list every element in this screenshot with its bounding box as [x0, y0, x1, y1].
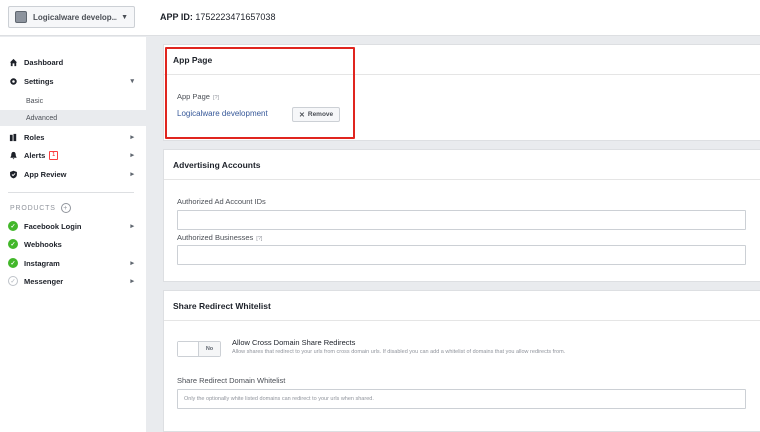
field-label-text: Authorized Businesses: [177, 233, 254, 242]
check-circle-outline-icon: ✓: [8, 276, 18, 286]
sidebar-item-app-review[interactable]: App Review ▸: [8, 166, 134, 182]
panel-title: Advertising Accounts: [164, 150, 760, 180]
toggle-state: No: [198, 342, 220, 356]
chevron-right-icon: ▸: [130, 278, 134, 285]
app-id: APP ID: 1752223471657038: [160, 12, 275, 22]
chevron-right-icon: ▸: [130, 260, 134, 267]
sidebar-subitem-label: Advanced: [26, 114, 58, 122]
chevron-right-icon: ▸: [130, 171, 134, 178]
sidebar-item-instagram[interactable]: ✓ Instagram ▸: [8, 255, 134, 271]
authorized-businesses-label: Authorized Businesses [?]: [177, 233, 262, 242]
products-label: PRODUCTS: [10, 204, 56, 212]
app-page-panel: App Page: [163, 44, 760, 141]
share-redirect-panel: Share Redirect Whitelist: [163, 290, 760, 432]
sidebar-item-dashboard[interactable]: Dashboard: [8, 54, 134, 70]
panel-title: Share Redirect Whitelist: [164, 291, 760, 321]
close-icon: ✕: [299, 111, 305, 119]
help-hint-icon[interactable]: [?]: [213, 95, 219, 101]
app-page-field-label: App Page [?]: [177, 92, 219, 101]
remove-page-button[interactable]: ✕ Remove: [292, 107, 341, 122]
sidebar-item-label: App Review: [24, 169, 67, 179]
sidebar-subitem-label: Basic: [26, 97, 44, 105]
app-logo-icon: [15, 11, 27, 23]
check-circle-icon: ✓: [8, 239, 18, 249]
panel-title: App Page: [164, 45, 760, 75]
chevron-right-icon: ▸: [130, 152, 134, 159]
chevron-right-icon: ▸: [130, 134, 134, 141]
sidebar-item-label: Dashboard: [24, 57, 64, 67]
app-id-label: APP ID:: [160, 12, 193, 22]
toggle-knob: [178, 342, 198, 356]
bell-icon: [8, 150, 18, 160]
sidebar-item-label: Webhooks: [24, 239, 62, 249]
sidebar-divider: [8, 192, 134, 193]
allow-redirects-title: Allow Cross Domain Share Redirects: [232, 338, 356, 347]
check-circle-icon: ✓: [8, 258, 18, 268]
authorized-businesses-input[interactable]: [177, 245, 746, 265]
field-label-text: App Page: [177, 92, 210, 101]
gear-icon: [8, 76, 18, 86]
sidebar-item-label: Instagram: [24, 258, 60, 268]
sidebar-item-label: Messenger: [24, 276, 64, 286]
ad-account-ids-input[interactable]: [177, 210, 746, 230]
ad-accounts-label: Authorized Ad Account IDs: [177, 197, 266, 206]
sidebar-item-alerts[interactable]: Alerts 1 ▸: [8, 147, 134, 163]
sidebar-item-webhooks[interactable]: ✓ Webhooks: [8, 236, 134, 252]
cross-domain-toggle[interactable]: No: [177, 341, 221, 357]
sidebar-item-label: Settings: [24, 76, 54, 86]
help-hint-icon[interactable]: [?]: [256, 236, 262, 242]
sidebar-item-messenger[interactable]: ✓ Messenger ▸: [8, 273, 134, 289]
sidebar-item-label: Facebook Login: [24, 221, 82, 231]
allow-redirects-description: Allow shares that redirect to your urls …: [232, 349, 566, 355]
chevron-down-icon: ▾: [130, 78, 134, 85]
whitelist-label: Share Redirect Domain Whitelist: [177, 376, 286, 385]
sidebar-item-settings[interactable]: Settings ▾: [8, 73, 134, 89]
sidebar-subitem-basic[interactable]: Basic: [0, 93, 146, 109]
add-product-icon[interactable]: +: [60, 203, 71, 213]
app-name: Logicalware develop...: [33, 12, 118, 22]
sidebar-item-label: Alerts: [24, 150, 46, 160]
alerts-badge: 1: [49, 150, 59, 160]
app-id-value: 1752223471657038: [195, 12, 276, 22]
linked-page-link[interactable]: Logicalware development: [177, 109, 268, 118]
app-switcher-dropdown[interactable]: Logicalware develop... ▼: [8, 6, 135, 28]
chevron-down-icon: ▼: [121, 13, 128, 21]
products-header: PRODUCTS +: [10, 203, 71, 213]
remove-button-label: Remove: [307, 111, 334, 118]
check-circle-icon: ✓: [8, 221, 18, 231]
top-bar: Logicalware develop... ▼ APP ID: 1752223…: [0, 0, 760, 36]
shield-check-icon: [8, 169, 18, 179]
chevron-right-icon: ▸: [130, 223, 134, 230]
sidebar-item-facebook-login[interactable]: ✓ Facebook Login ▸: [8, 218, 134, 234]
sidebar-item-label: Roles: [24, 132, 45, 142]
home-icon: [8, 57, 18, 67]
roles-icon: [8, 132, 18, 142]
sidebar: Dashboard Settings ▾ Basic Advanced Role…: [0, 37, 146, 432]
sidebar-subitem-advanced[interactable]: Advanced: [0, 110, 146, 126]
sidebar-item-roles[interactable]: Roles ▸: [8, 129, 134, 145]
redirect-whitelist-input[interactable]: Only the optionally white listed domains…: [177, 389, 746, 409]
